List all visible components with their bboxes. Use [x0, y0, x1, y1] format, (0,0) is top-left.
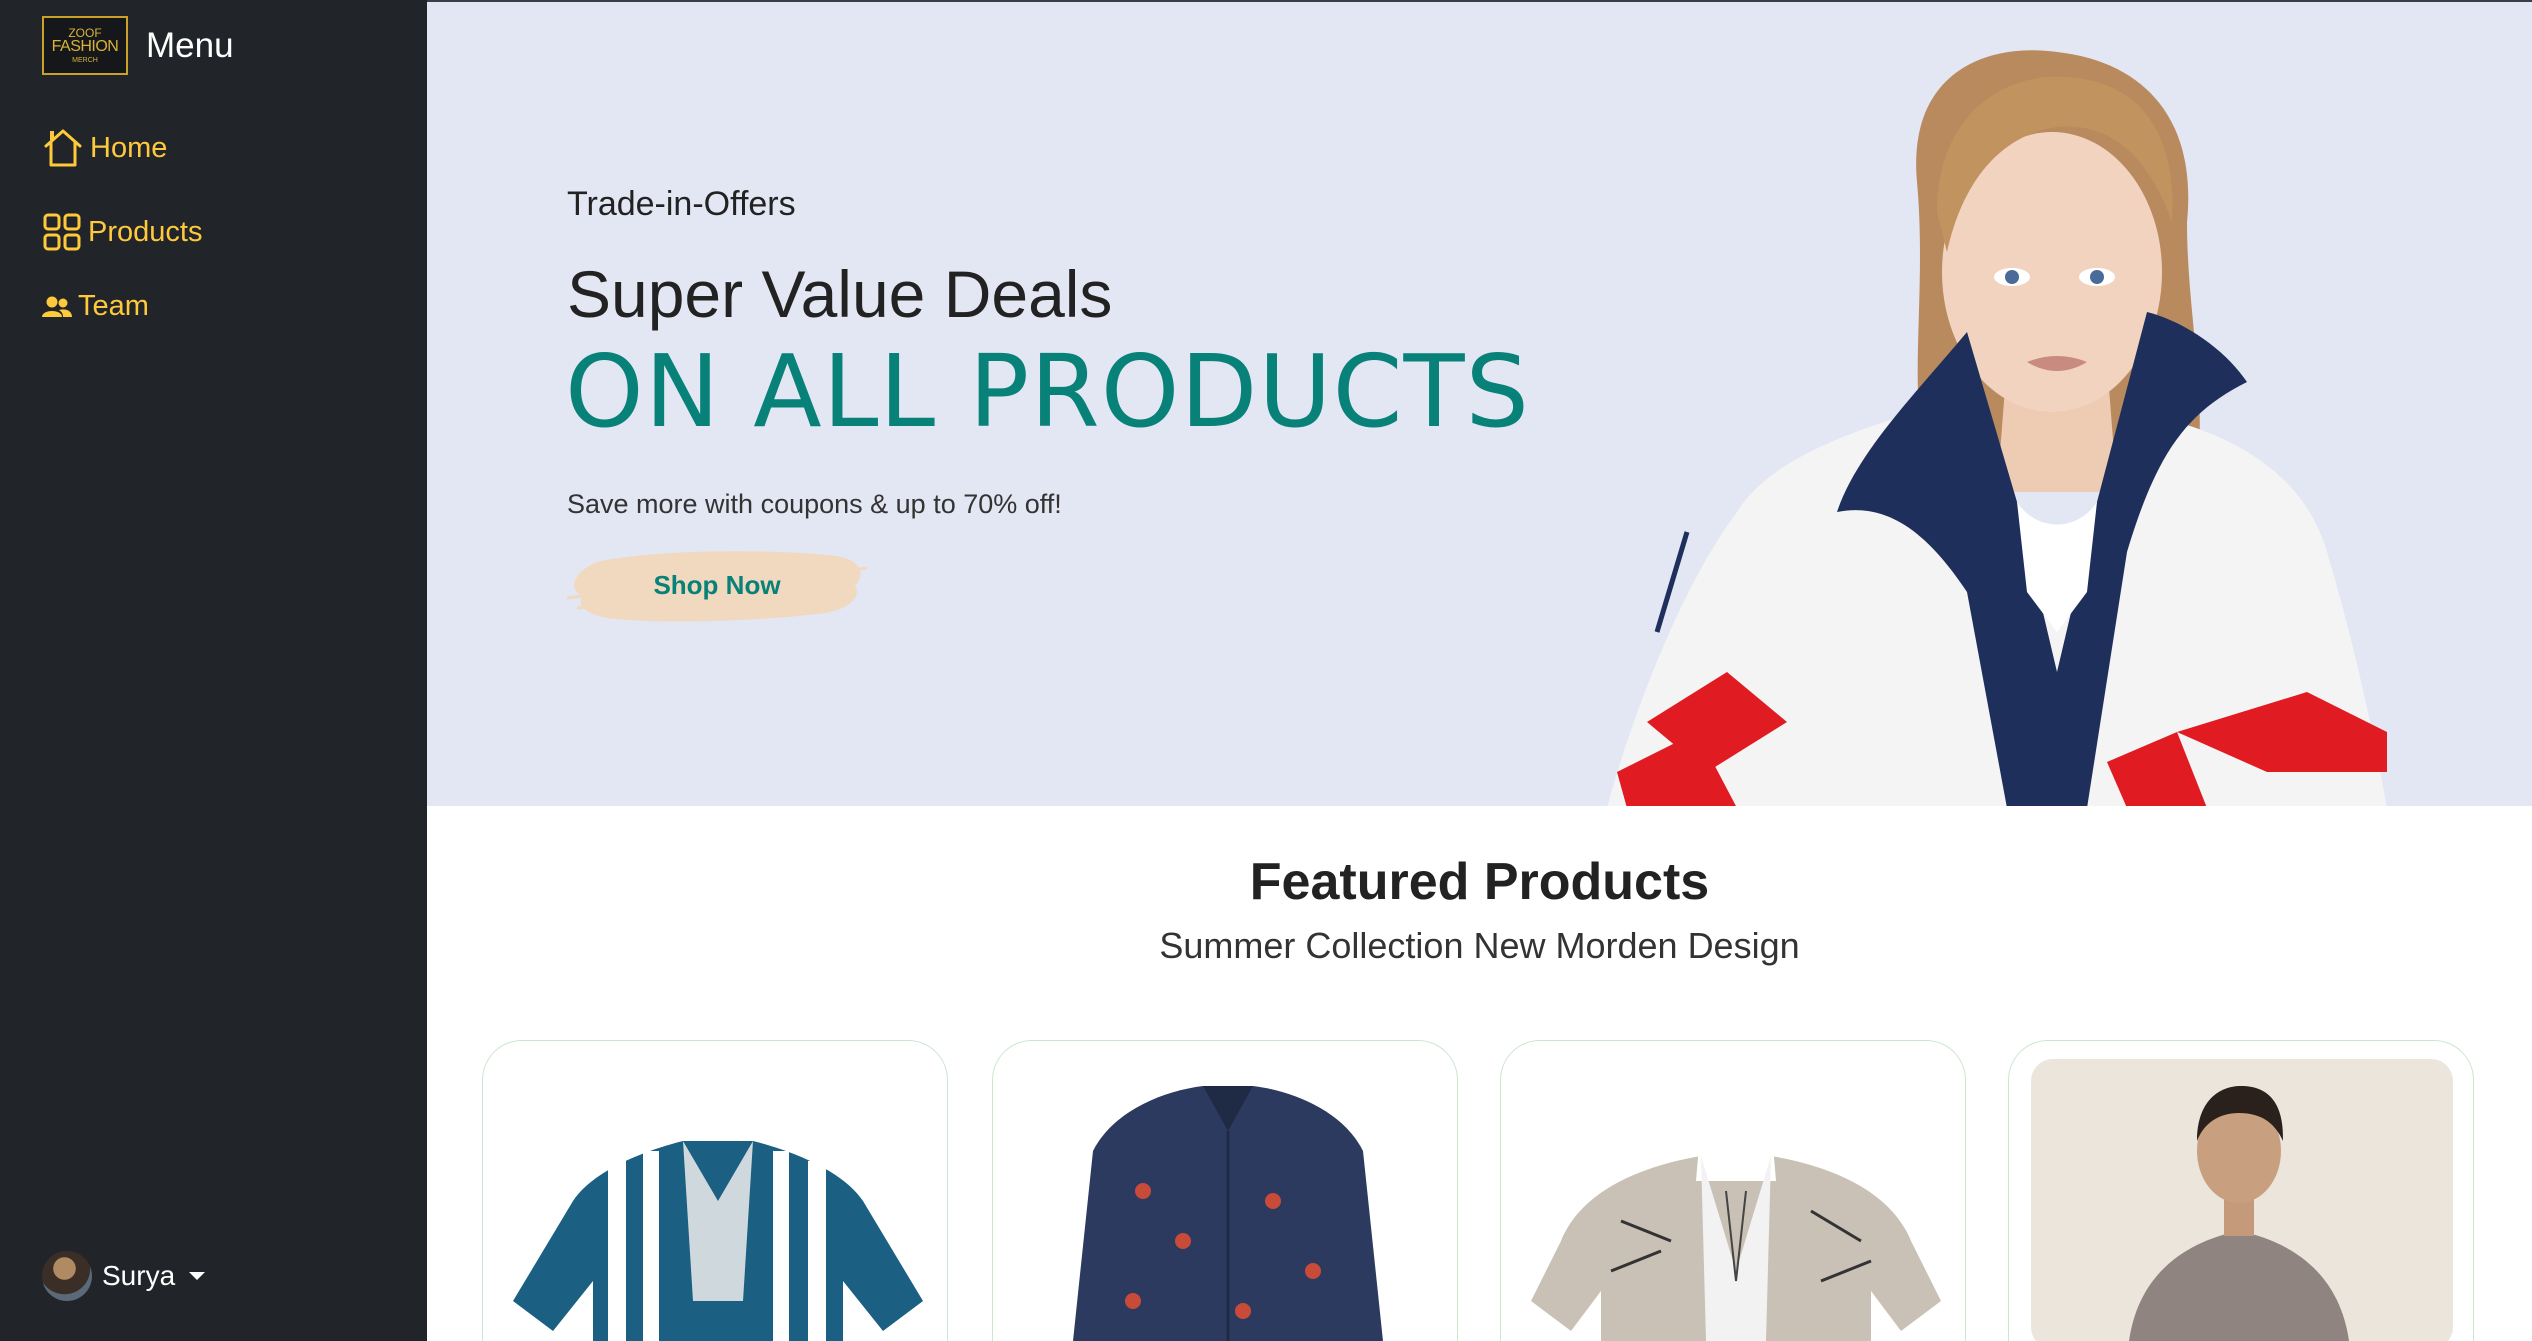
hero-banner: Trade-in-Offers Super Value Deals ON ALL…: [427, 0, 2532, 806]
people-icon: [42, 295, 72, 319]
sidebar-item-team[interactable]: Team: [42, 290, 202, 323]
hero-subtitle: Save more with coupons & up to 70% off!: [567, 489, 1062, 519]
sidebar-item-label: Products: [88, 215, 203, 248]
hero-kicker: Trade-in-Offers: [567, 185, 796, 223]
product-image-striped-shirt: [513, 1141, 923, 1341]
product-card[interactable]: [2008, 1040, 2474, 1341]
hero-title: Super Value Deals: [567, 257, 1113, 331]
hero-headline: ON ALL PRODUCTS: [565, 333, 1530, 450]
caret-down-icon: [189, 1272, 206, 1280]
grid-icon: [42, 212, 82, 252]
sidebar-item-label: Home: [90, 131, 168, 164]
product-card[interactable]: [482, 1040, 948, 1341]
product-card[interactable]: [992, 1040, 1458, 1341]
hero-model-image: [1607, 50, 2387, 806]
user-menu[interactable]: Surya: [42, 1251, 206, 1301]
avatar: [42, 1251, 92, 1301]
sidebar-item-home[interactable]: Home: [42, 128, 202, 168]
sidebar-nav: Home Products Team: [42, 128, 202, 323]
product-image-printed-shirt: [1073, 1086, 1383, 1341]
featured-subtitle: Summer Collection New Morden Design: [1159, 925, 1800, 966]
logo-text-line2: FASHION: [51, 38, 119, 55]
product-image-model-shirt: [2031, 1059, 2453, 1341]
brand-logo[interactable]: ZOOF FASHION MERCH: [42, 16, 128, 75]
user-name: Surya: [102, 1260, 176, 1291]
shop-now-label: Shop Now: [653, 569, 781, 600]
product-image-sketch-shirt: [1531, 1113, 1941, 1341]
featured-title: Featured Products: [1249, 853, 1710, 911]
product-card[interactable]: [1500, 1040, 1966, 1341]
brand[interactable]: ZOOF FASHION MERCH Menu: [42, 16, 234, 75]
logo-text-line3: MERCH: [72, 57, 98, 64]
sidebar: ZOOF FASHION MERCH Menu Home Products Te…: [0, 0, 427, 1341]
sidebar-item-products[interactable]: Products: [42, 212, 202, 252]
sidebar-title: Menu: [146, 25, 234, 65]
home-icon: [42, 128, 84, 168]
shop-now-button[interactable]: Shop Now: [567, 542, 867, 628]
sidebar-item-label: Team: [78, 290, 149, 322]
